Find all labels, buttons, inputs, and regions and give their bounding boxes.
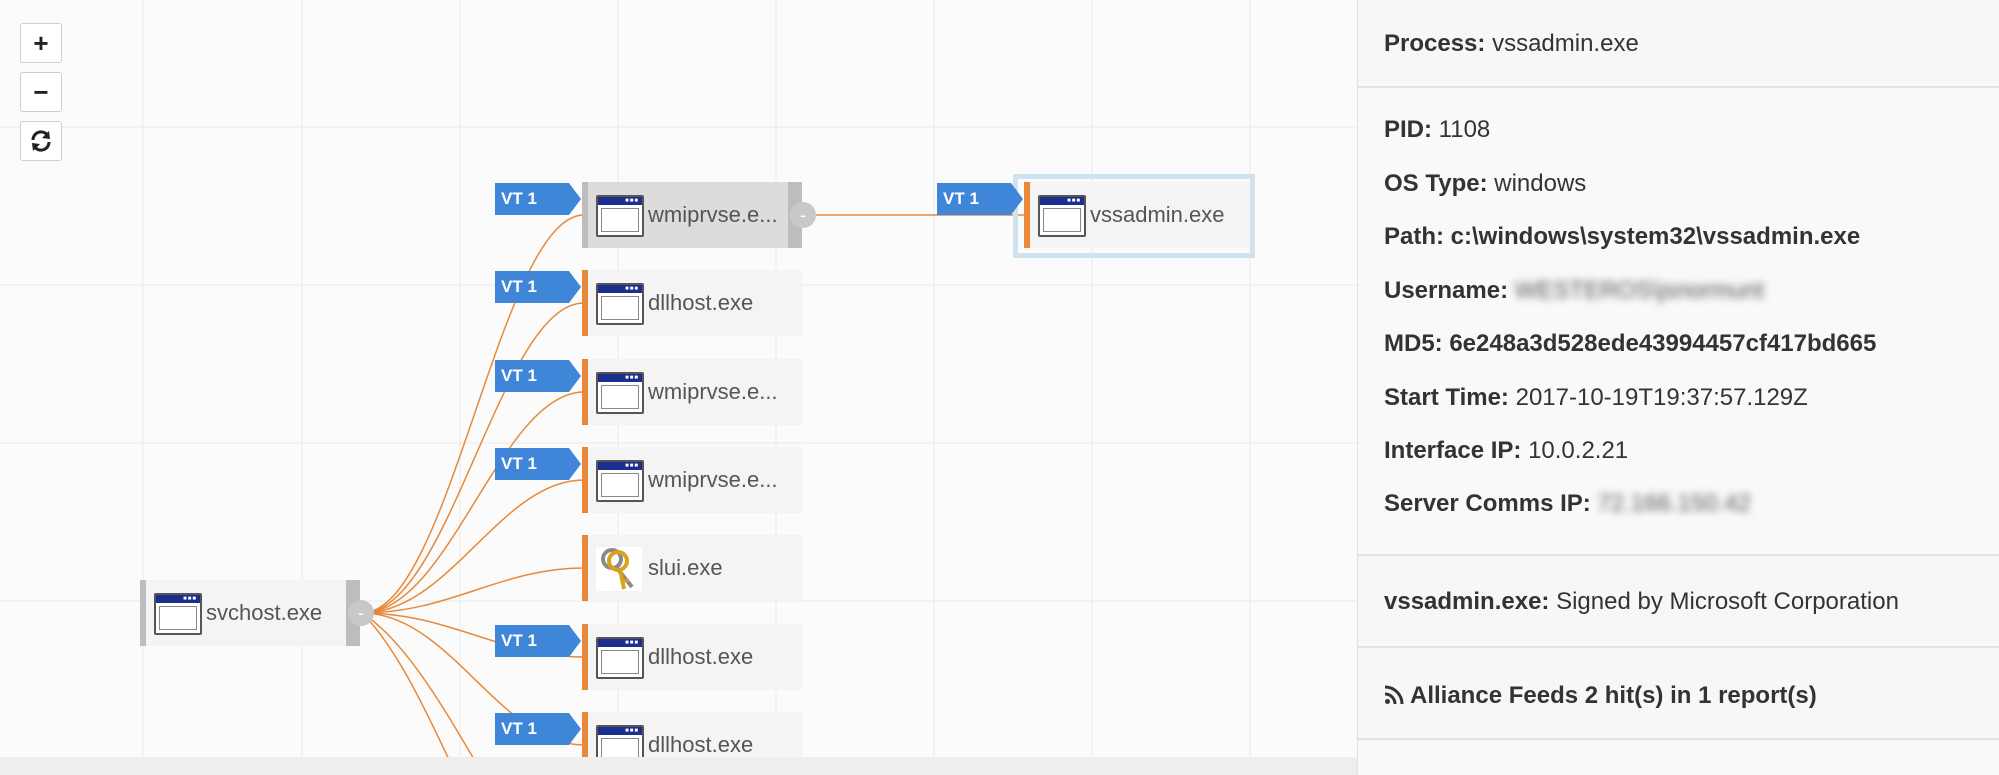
vt-badge[interactable]: VT 1	[495, 183, 581, 215]
node-label: wmiprvse.e...	[648, 467, 778, 492]
node-bar	[582, 447, 588, 513]
application-window-icon: ■■■	[596, 637, 644, 679]
node-bar	[140, 580, 146, 646]
node-label: dllhost.exe	[648, 290, 754, 315]
process-title: Process: vssadmin.exe	[1384, 30, 1639, 58]
vt-badge[interactable]: VT 1	[495, 271, 581, 303]
node-bar	[582, 182, 588, 248]
node-bar	[1024, 182, 1030, 248]
field-key: Path: c:\windows\system32\vssadmin.exe	[1384, 223, 1861, 250]
node-label: wmiprvse.e...	[648, 379, 778, 404]
vt-badge[interactable]: VT 1	[495, 625, 581, 657]
field-key: Server Comms IP:	[1384, 490, 1591, 517]
field-key: Start Time:	[1384, 384, 1509, 411]
horizontal-scrollbar[interactable]	[0, 757, 1357, 775]
field-key: Interface IP:	[1384, 437, 1522, 464]
key-icon	[596, 547, 642, 591]
field-key: OS Type:	[1384, 170, 1488, 197]
edge-wmiprvse-2	[361, 391, 585, 614]
process-tree-view: + − ■■■ svchost.exe - VT 1 ■■■ wmiprvse.…	[0, 0, 1999, 775]
graph-canvas[interactable]: + − ■■■ svchost.exe - VT 1 ■■■ wmiprvse.…	[0, 0, 1357, 775]
detail-server-comms-ip: Server Comms IP: 72.166.150.42	[1384, 490, 1751, 518]
zoom-in-button[interactable]: +	[20, 23, 62, 63]
process-node-svchost[interactable]: ■■■ svchost.exe -	[140, 580, 374, 646]
field-value-redacted: WESTEROS\jsnormunt	[1514, 277, 1765, 304]
field-value: 1108	[1438, 116, 1491, 143]
application-window-icon: ■■■	[596, 283, 644, 325]
field-value-redacted: 72.166.150.42	[1597, 490, 1751, 517]
signature-status: vssadmin.exe: Signed by Microsoft Corpor…	[1384, 588, 1899, 616]
zoom-out-button[interactable]: −	[20, 72, 62, 112]
detail-os-type: OS Type: windows	[1384, 170, 1586, 198]
reset-view-button[interactable]	[20, 121, 62, 161]
field-value: 2017-10-19T19:37:57.129Z	[1515, 384, 1808, 411]
process-node-vssadmin[interactable]: ■■■ vssadmin.exe	[1024, 182, 1250, 248]
detail-username: Username: WESTEROS\jsnormunt	[1384, 277, 1764, 305]
vt-badge[interactable]: VT 1	[495, 360, 581, 392]
signature-section: vssadmin.exe: Signed by Microsoft Corpor…	[1358, 556, 1999, 648]
process-details: PID: 1108 OS Type: windows Path: c:\wind…	[1358, 88, 1999, 556]
field-value: Signed by Microsoft Corporation	[1556, 588, 1899, 615]
node-label: dllhost.exe	[648, 644, 754, 669]
field-value: vssadmin.exe	[1492, 30, 1639, 57]
application-window-icon: ■■■	[596, 460, 644, 502]
detail-start-time: Start Time: 2017-10-19T19:37:57.129Z	[1384, 384, 1808, 412]
field-value: 10.0.2.21	[1528, 437, 1629, 464]
panel-header: Process: vssadmin.exe	[1358, 0, 1999, 88]
node-label: slui.exe	[648, 555, 723, 580]
collapse-toggle[interactable]: -	[348, 600, 374, 626]
collapse-toggle[interactable]: -	[790, 202, 816, 228]
node-bar	[582, 535, 588, 601]
process-node-dllhost-1[interactable]: ■■■ dllhost.exe	[582, 270, 802, 336]
node-label: svchost.exe	[206, 600, 323, 625]
detail-interface-ip: Interface IP: 10.0.2.21	[1384, 437, 1628, 465]
node-bar	[582, 359, 588, 425]
detail-pid: PID: 1108	[1384, 116, 1490, 144]
field-key: Username:	[1384, 277, 1509, 304]
application-window-icon: ■■■	[154, 593, 202, 635]
process-node-slui[interactable]: slui.exe	[582, 535, 802, 601]
application-window-icon: ■■■	[1038, 195, 1086, 237]
process-node-dllhost-2[interactable]: ■■■ dllhost.exe	[582, 624, 802, 690]
node-label: dllhost.exe	[648, 732, 754, 757]
detail-path: Path: c:\windows\system32\vssadmin.exe	[1384, 223, 1860, 251]
alliance-feeds-label: Alliance Feeds 2 hit(s) in 1 report(s)	[1410, 682, 1817, 709]
process-node-wmiprvse-2[interactable]: ■■■ wmiprvse.e...	[582, 359, 802, 425]
node-label: vssadmin.exe	[1090, 202, 1225, 227]
detail-md5: MD5: 6e248a3d528ede43994457cf417bd665	[1384, 330, 1876, 358]
process-details-panel: Process: vssadmin.exe PID: 1108 OS Type:…	[1357, 0, 1999, 775]
field-value: windows	[1494, 170, 1587, 197]
vt-badge[interactable]: VT 1	[495, 448, 581, 480]
field-key: PID:	[1384, 116, 1432, 143]
process-node-wmiprvse-3[interactable]: ■■■ wmiprvse.e...	[582, 447, 802, 513]
refresh-icon	[31, 130, 51, 152]
vt-badge[interactable]: VT 1	[937, 183, 1023, 215]
alliance-feeds-toggle[interactable]: Alliance Feeds 2 hit(s) in 1 report(s)	[1384, 682, 1817, 710]
node-bar	[582, 270, 588, 336]
node-label: wmiprvse.e...	[648, 202, 778, 227]
node-bar	[582, 624, 588, 690]
field-key: Process:	[1384, 30, 1486, 57]
rss-icon	[1384, 685, 1404, 705]
application-window-icon: ■■■	[596, 372, 644, 414]
field-key: vssadmin.exe:	[1384, 588, 1550, 615]
edge-offscreen-2	[361, 612, 458, 775]
alliance-feeds-section[interactable]: Alliance Feeds 2 hit(s) in 1 report(s)	[1358, 648, 1999, 740]
process-node-wmiprvse-1[interactable]: ■■■ wmiprvse.e... -	[582, 182, 816, 248]
field-key: MD5: 6e248a3d528ede43994457cf417bd665	[1384, 330, 1877, 357]
application-window-icon: ■■■	[596, 195, 644, 237]
vt-badge[interactable]: VT 1	[495, 713, 581, 745]
